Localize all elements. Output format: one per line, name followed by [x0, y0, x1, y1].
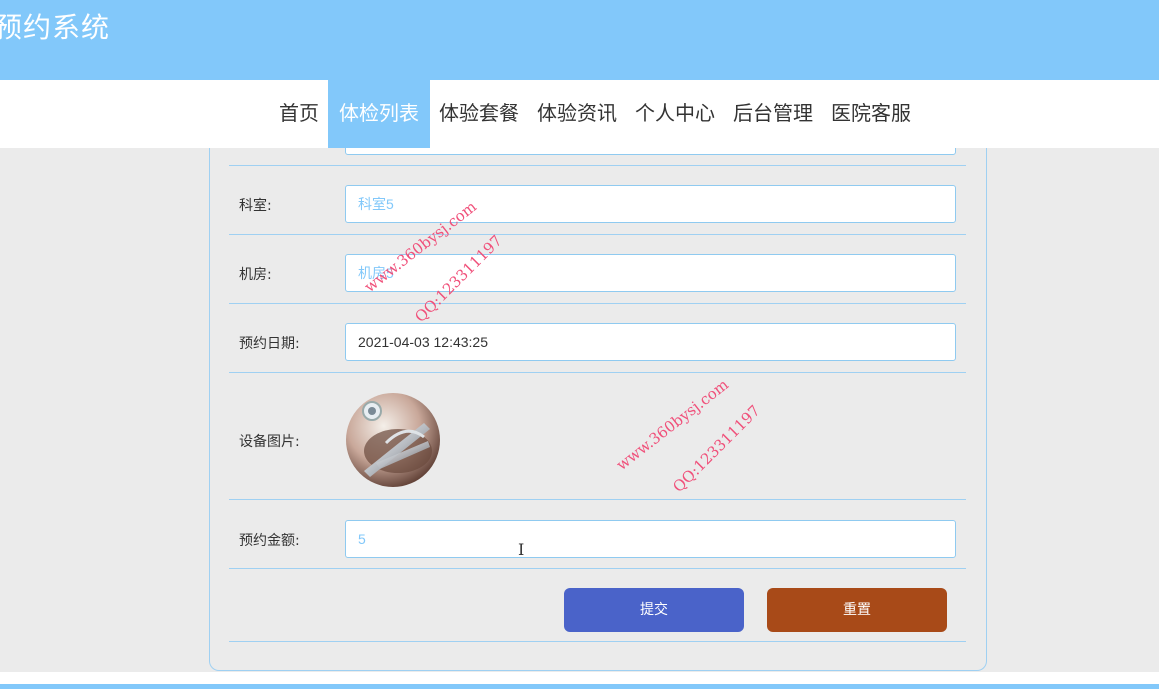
booking-amount-label: 预约金额: — [239, 533, 300, 549]
footer-gap — [0, 672, 1159, 684]
nav-item-admin-overlay[interactable]: 后台管理 — [724, 80, 822, 148]
site-title: 预约系统 — [0, 11, 111, 44]
device-image[interactable] — [346, 393, 440, 487]
nav-item-support-overlay[interactable]: 医院客服 — [822, 80, 920, 148]
department-field[interactable]: 科室5 — [345, 185, 956, 223]
nav-item-home-overlay[interactable]: 首页 — [270, 80, 328, 148]
row-divider — [229, 499, 966, 500]
submit-button[interactable]: 提交 — [564, 588, 744, 632]
row-divider — [229, 568, 966, 569]
booking-amount-field[interactable]: 5 — [345, 520, 956, 558]
department-label: 科室: — [239, 198, 272, 214]
nav-item-packages-overlay[interactable]: 体验套餐 — [430, 80, 528, 148]
row-divider — [229, 641, 966, 642]
footer-bar — [0, 684, 1159, 689]
row-divider — [229, 234, 966, 235]
row-divider — [229, 165, 966, 166]
nav-item-user-center-overlay[interactable]: 个人中心 — [626, 80, 724, 148]
row-divider — [229, 303, 966, 304]
booking-date-field[interactable]: 2021-04-03 12:43:25 — [345, 323, 956, 361]
nav-item-exam-list-overlay[interactable]: 体检列表 — [328, 80, 430, 148]
site-header: 预约系统 — [0, 0, 1159, 80]
machine-room-field[interactable]: 机房5 — [345, 254, 956, 292]
nav-item-news-overlay[interactable]: 体验资讯 — [528, 80, 626, 148]
reset-button[interactable]: 重置 — [767, 588, 947, 632]
text-cursor-icon: I — [518, 540, 525, 559]
row-divider — [229, 372, 966, 373]
device-image-label: 设备图片: — [239, 434, 300, 450]
nav-overlay: 首页 体检列表 体验套餐 体验资讯 个人中心 后台管理 医院客服 — [0, 80, 1159, 148]
booking-date-label: 预约日期: — [239, 336, 300, 352]
machine-room-label: 机房: — [239, 267, 272, 283]
